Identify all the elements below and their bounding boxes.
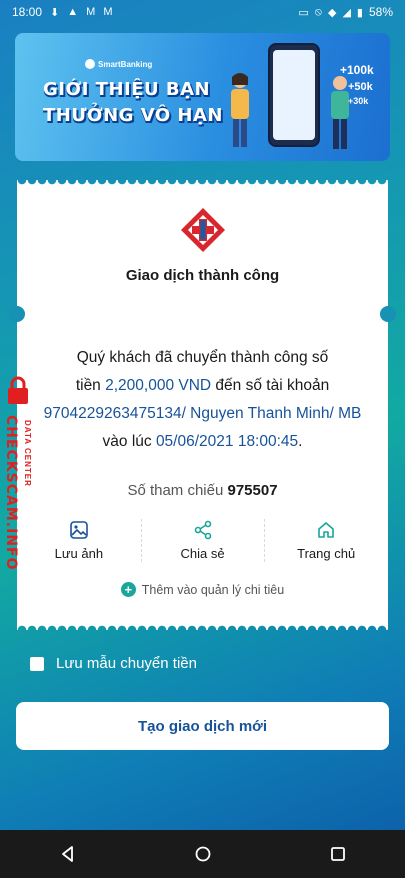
home-circle-icon[interactable] (194, 845, 212, 863)
save-template-checkbox[interactable] (30, 656, 44, 671)
transfer-datetime: 05/06/2021 18:00:45 (155, 433, 299, 450)
image-icon (70, 521, 88, 539)
home-button[interactable]: Trang chủ (264, 513, 388, 568)
woman-illustration-icon (231, 73, 249, 147)
ticket-notch-left (9, 306, 25, 322)
reference-number-value: 975507 (227, 482, 278, 499)
watermark-main: CHECKSCAM.INFO (3, 415, 19, 571)
add-expense-link[interactable]: + Thêm vào quản lý chi tiêu (17, 582, 388, 597)
signal-icon: ◢ (342, 6, 351, 19)
recents-icon[interactable] (329, 845, 347, 863)
watermark-sub: DATA CENTER (23, 420, 32, 487)
bonus-100k: +100k (340, 63, 374, 77)
battery-icon: ▮ (356, 6, 363, 19)
ticket-notch-right (380, 306, 396, 322)
back-icon[interactable] (59, 845, 77, 863)
home-icon (318, 522, 334, 538)
battery-percent: 58% (368, 5, 393, 19)
mute-icon: ⦸ (314, 5, 322, 18)
download-icon: ⬇ (50, 6, 60, 19)
status-time: 18:00 (12, 5, 43, 19)
warning-icon: ▲ (67, 6, 79, 18)
save-image-button[interactable]: Lưu ảnh (17, 513, 141, 568)
banner-headline-1: GIỚI THIỆU BẠN (43, 79, 211, 100)
status-bar: 18:00 ⬇ ▲ M M ▭ ⦸ ◆ ◢ ▮ 58% (0, 0, 405, 24)
recipient-account: 9704229263475134/ Nguyen Thanh Minh/ MB (43, 405, 362, 422)
success-title: Giao dịch thành công (125, 267, 280, 284)
system-nav-bar (0, 830, 405, 878)
save-template-toggle[interactable]: Lưu mẫu chuyển tiền (30, 655, 197, 672)
promo-banner[interactable]: SmartBanking GIỚI THIỆU BẠN THƯỞNG VÔ HẠ… (15, 33, 390, 161)
transfer-amount: 2,200,000 VND (105, 377, 212, 394)
cast-icon: ▭ (298, 6, 309, 19)
gmail-icon: M (86, 6, 96, 18)
banner-headline-2: THƯỞNG VÔ HẠN (43, 105, 223, 126)
gmail-icon-2: M (103, 6, 113, 18)
ticket-edge-bottom (17, 624, 388, 630)
transfer-message: Quý khách đã chuyển thành công số tiền 2… (17, 344, 388, 456)
receipt-actions: Lưu ảnh Chia sẻ Trang chủ (17, 513, 388, 568)
reference-number: Số tham chiếu 975507 (127, 482, 278, 499)
save-template-label: Lưu mẫu chuyển tiền (56, 655, 197, 672)
plus-circle-icon: + (120, 582, 136, 597)
brand-logo-icon (85, 59, 95, 69)
bonus-50k: +50k (348, 81, 373, 93)
bonus-30k: +30k (348, 96, 369, 106)
bank-logo-icon (181, 208, 225, 252)
share-icon (194, 520, 211, 540)
new-transaction-button[interactable]: Tạo giao dịch mới (16, 702, 389, 750)
lock-icon (8, 376, 28, 404)
banner-brand: SmartBanking (85, 59, 152, 69)
share-button[interactable]: Chia sẻ (140, 513, 265, 568)
phone-illustration-icon (268, 43, 320, 147)
wifi-icon: ◆ (327, 6, 337, 19)
